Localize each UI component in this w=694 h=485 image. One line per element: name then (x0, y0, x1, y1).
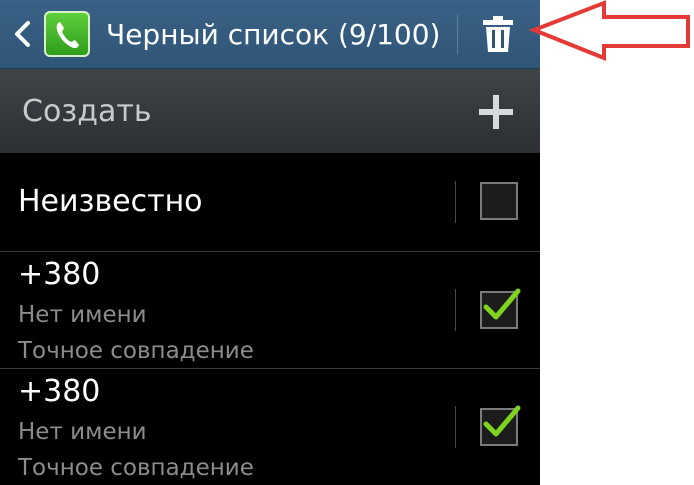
action-bar-divider (457, 14, 458, 54)
match-type: Точное совпадение (18, 455, 254, 481)
annotation-arrow-icon (528, 0, 692, 64)
contact-number: Неизвестно (18, 184, 203, 219)
match-type: Точное совпадение (18, 338, 254, 364)
plus-icon[interactable] (478, 94, 514, 130)
trash-icon (483, 16, 513, 52)
phone-icon[interactable] (44, 11, 90, 57)
contact-name: Нет имени (18, 419, 147, 445)
list-item[interactable]: +380 Нет имени Точное совпадение (0, 369, 540, 485)
contact-number: +380 (18, 257, 101, 292)
checkbox[interactable] (480, 405, 521, 446)
delete-button[interactable] (468, 6, 530, 62)
create-button[interactable]: Создать (0, 69, 540, 153)
checkbox[interactable] (480, 288, 521, 329)
create-label: Создать (22, 94, 152, 129)
chevron-left-icon[interactable] (10, 18, 36, 50)
contact-name: Нет имени (18, 302, 147, 328)
contact-number: +380 (18, 374, 101, 409)
action-bar: Черный список (9/100) (0, 0, 540, 69)
check-icon (483, 405, 521, 437)
item-divider (455, 289, 456, 331)
blacklist-screen: Черный список (9/100) Создать Неизвестно… (0, 0, 540, 485)
checkbox[interactable] (480, 182, 518, 220)
item-divider (455, 181, 456, 223)
page-title: Черный список (9/100) (106, 18, 441, 51)
check-icon (483, 288, 521, 320)
list-item[interactable]: Неизвестно (0, 153, 540, 252)
item-divider (455, 406, 456, 448)
list-item[interactable]: +380 Нет имени Точное совпадение (0, 252, 540, 369)
